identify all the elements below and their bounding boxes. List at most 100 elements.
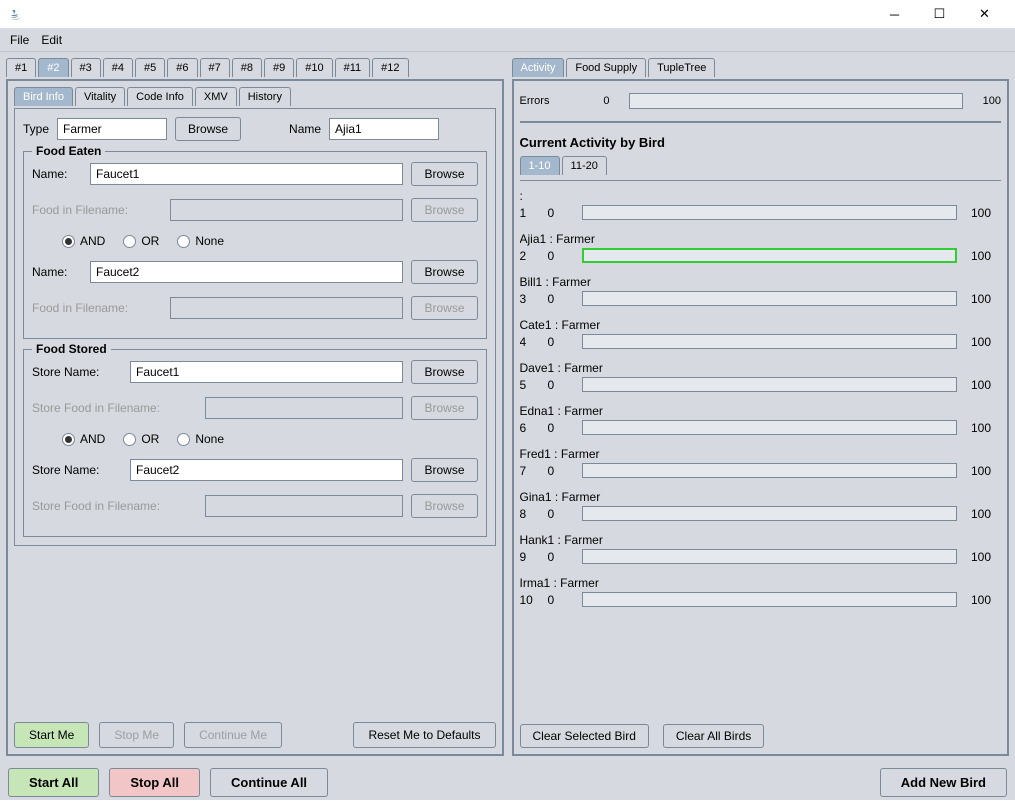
- page-tabstrip: 1-1011-20: [520, 156, 1002, 175]
- fs-name2-label: Store Name:: [32, 463, 122, 477]
- fe-browse2-button: Browse: [411, 198, 477, 222]
- outer-tab-6[interactable]: #6: [167, 58, 197, 77]
- activity-row-3[interactable]: Bill1 : Farmer30100: [520, 273, 1002, 306]
- stop-me-button: Stop Me: [99, 722, 174, 748]
- errors-progressbar: [629, 93, 962, 109]
- fe-browse3-button[interactable]: Browse: [411, 260, 477, 284]
- type-input[interactable]: [57, 118, 167, 140]
- fe-name2-input[interactable]: [90, 261, 403, 283]
- reset-me-button[interactable]: Reset Me to Defaults: [353, 722, 495, 748]
- activity-row-4[interactable]: Cate1 : Farmer40100: [520, 316, 1002, 349]
- outer-tab-10[interactable]: #10: [296, 58, 332, 77]
- activity-label: Bill1 : Farmer: [520, 273, 1002, 291]
- activity-label: Cate1 : Farmer: [520, 316, 1002, 334]
- fs-browse1-button[interactable]: Browse: [411, 360, 477, 384]
- add-new-bird-button[interactable]: Add New Bird: [880, 768, 1007, 797]
- maximize-button[interactable]: ☐: [917, 0, 962, 28]
- outer-tab-1[interactable]: #1: [6, 58, 36, 77]
- menubar: File Edit: [0, 28, 1015, 52]
- fe-radio-group: AND OR None: [62, 234, 478, 248]
- fe-browse1-button[interactable]: Browse: [411, 162, 477, 186]
- food-eaten-section: Food Eaten Name: Browse Food in Filename…: [23, 151, 487, 339]
- outer-tab-8[interactable]: #8: [232, 58, 262, 77]
- fe-browse4-button: Browse: [411, 296, 477, 320]
- inner-tab-bird-info[interactable]: Bird Info: [14, 87, 73, 106]
- clear-all-button[interactable]: Clear All Birds: [663, 724, 764, 748]
- activity-max: 100: [971, 550, 1001, 564]
- activity-label: Fred1 : Farmer: [520, 445, 1002, 463]
- activity-index: 9: [520, 550, 534, 564]
- inner-tab-vitality[interactable]: Vitality: [75, 87, 125, 106]
- food-stored-title: Food Stored: [32, 342, 111, 356]
- outer-tab-7[interactable]: #7: [200, 58, 230, 77]
- fs-name1-label: Store Name:: [32, 365, 122, 379]
- outer-tab-2[interactable]: #2: [38, 58, 68, 77]
- inner-tabstrip: Bird InfoVitalityCode InfoXMVHistory: [14, 87, 496, 106]
- activity-value: 0: [548, 292, 568, 306]
- fe-name2-label: Name:: [32, 265, 82, 279]
- fe-name1-input[interactable]: [90, 163, 403, 185]
- page-tab-1-10[interactable]: 1-10: [520, 156, 560, 175]
- start-all-button[interactable]: Start All: [8, 768, 99, 797]
- outer-tab-3[interactable]: #3: [71, 58, 101, 77]
- activity-row-6[interactable]: Edna1 : Farmer60100: [520, 402, 1002, 435]
- menu-file[interactable]: File: [10, 33, 29, 47]
- fs-radio-or[interactable]: OR: [123, 432, 159, 446]
- activity-row-5[interactable]: Dave1 : Farmer50100: [520, 359, 1002, 392]
- start-me-button[interactable]: Start Me: [14, 722, 89, 748]
- activity-value: 0: [548, 507, 568, 521]
- errors-max: 100: [983, 95, 1001, 107]
- activity-index: 8: [520, 507, 534, 521]
- fs-browse3-button[interactable]: Browse: [411, 458, 477, 482]
- activity-row-1[interactable]: :10100: [520, 187, 1002, 220]
- fs-radio-none[interactable]: None: [177, 432, 224, 446]
- fe-radio-or[interactable]: OR: [123, 234, 159, 248]
- fe-filename2-input: [170, 297, 403, 319]
- activity-max: 100: [971, 464, 1001, 478]
- outer-tab-4[interactable]: #4: [103, 58, 133, 77]
- minimize-button[interactable]: ─: [872, 0, 917, 28]
- activity-row-8[interactable]: Gina1 : Farmer80100: [520, 488, 1002, 521]
- page-tab-11-20[interactable]: 11-20: [562, 156, 607, 175]
- activity-row-9[interactable]: Hank1 : Farmer90100: [520, 531, 1002, 564]
- inner-tab-code-info[interactable]: Code Info: [127, 87, 193, 106]
- food-eaten-title: Food Eaten: [32, 144, 105, 158]
- activity-row-7[interactable]: Fred1 : Farmer70100: [520, 445, 1002, 478]
- activity-index: 4: [520, 335, 534, 349]
- activity-max: 100: [971, 507, 1001, 521]
- right-tab-food-supply[interactable]: Food Supply: [566, 58, 646, 77]
- inner-tab-xmv[interactable]: XMV: [195, 87, 237, 106]
- fs-radio-and[interactable]: AND: [62, 432, 105, 446]
- menu-edit[interactable]: Edit: [41, 33, 62, 47]
- right-tabstrip: ActivityFood SupplyTupleTree: [512, 58, 1010, 77]
- activity-value: 0: [548, 421, 568, 435]
- right-tab-activity[interactable]: Activity: [512, 58, 565, 77]
- close-button[interactable]: ✕: [962, 0, 1007, 28]
- fs-name2-input[interactable]: [130, 459, 403, 481]
- fs-browse2-button: Browse: [411, 396, 477, 420]
- activity-index: 10: [520, 593, 534, 607]
- right-tab-tupletree[interactable]: TupleTree: [648, 58, 715, 77]
- activity-value: 0: [548, 378, 568, 392]
- continue-all-button[interactable]: Continue All: [210, 768, 328, 797]
- outer-tab-11[interactable]: #11: [335, 58, 371, 77]
- activity-max: 100: [971, 593, 1001, 607]
- outer-tab-12[interactable]: #12: [372, 58, 408, 77]
- type-browse-button[interactable]: Browse: [175, 117, 241, 141]
- fe-radio-and[interactable]: AND: [62, 234, 105, 248]
- activity-value: 0: [548, 464, 568, 478]
- name-input[interactable]: [329, 118, 439, 140]
- activity-row-10[interactable]: Irma1 : Farmer100100: [520, 574, 1002, 607]
- activity-progressbar: [582, 291, 958, 306]
- fe-radio-none[interactable]: None: [177, 234, 224, 248]
- inner-tab-history[interactable]: History: [239, 87, 291, 106]
- stop-all-button[interactable]: Stop All: [109, 768, 200, 797]
- fe-filename1-label: Food in Filename:: [32, 203, 162, 217]
- outer-tab-9[interactable]: #9: [264, 58, 294, 77]
- outer-tab-5[interactable]: #5: [135, 58, 165, 77]
- clear-selected-button[interactable]: Clear Selected Bird: [520, 724, 649, 748]
- fs-name1-input[interactable]: [130, 361, 403, 383]
- activity-label: :: [520, 187, 1002, 205]
- activity-label: Edna1 : Farmer: [520, 402, 1002, 420]
- activity-row-2[interactable]: Ajia1 : Farmer20100: [520, 230, 1002, 263]
